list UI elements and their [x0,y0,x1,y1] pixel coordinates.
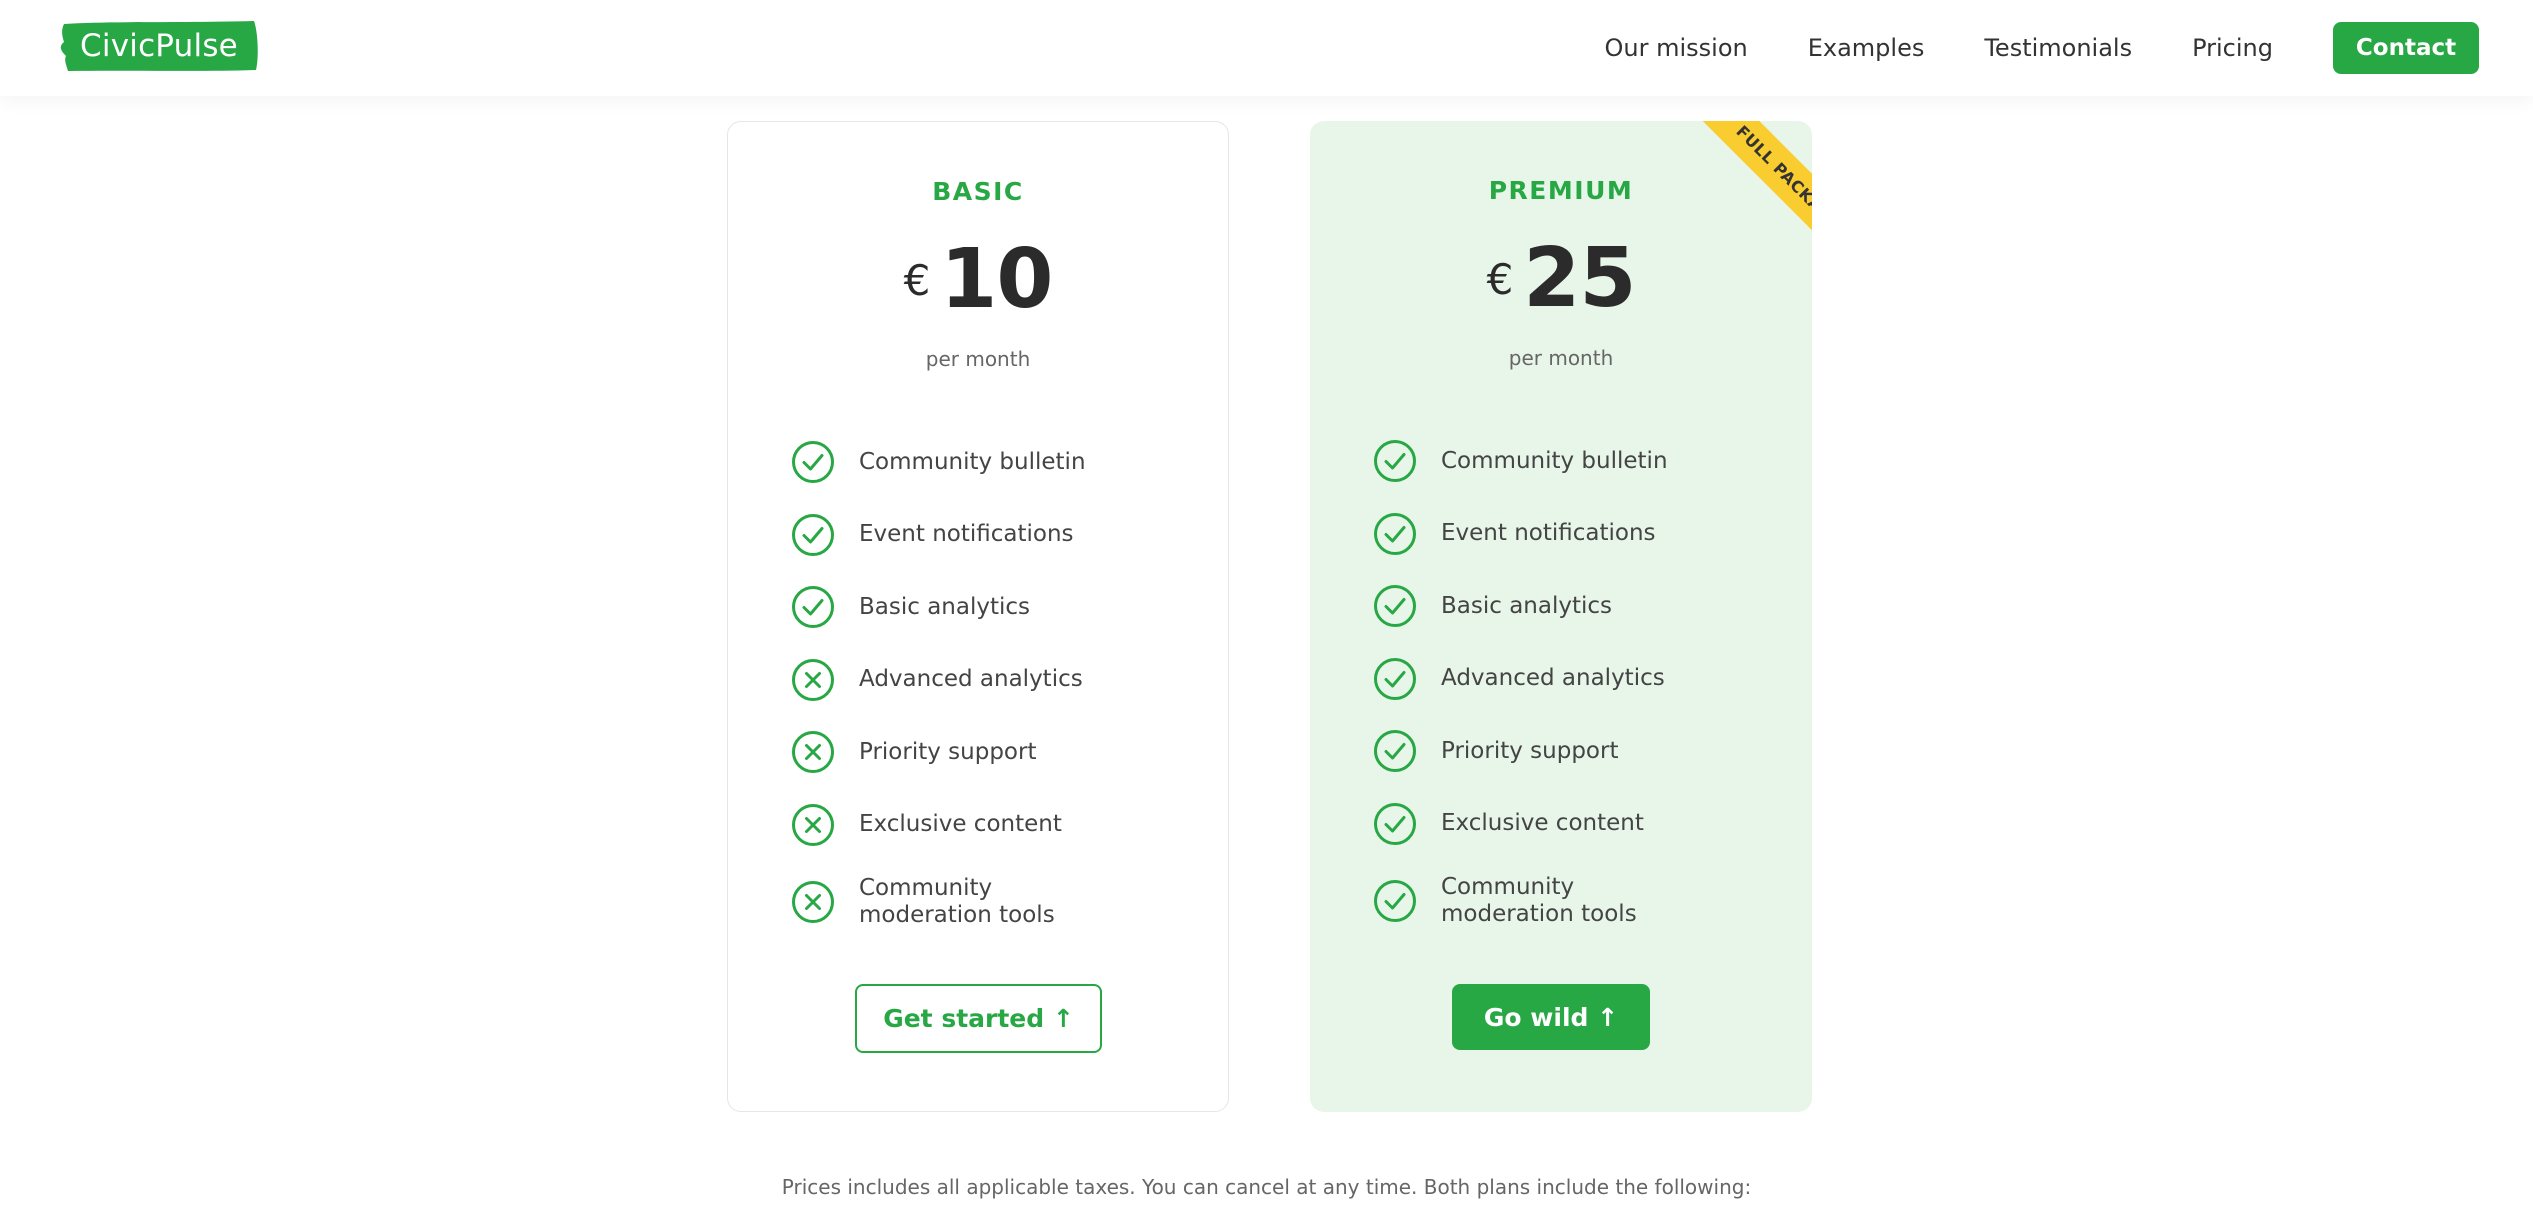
get-started-button[interactable]: Get started ↑ [855,984,1102,1053]
check-circle-icon [1373,439,1417,483]
feature-item: Basic analytics [1373,584,1713,628]
plan-price: € 10 [728,232,1228,327]
x-circle-icon [791,803,835,847]
check-circle-icon [791,585,835,629]
feature-item: Community moderation tools [791,875,1131,929]
plan-name: PREMIUM [1488,176,1634,205]
feature-label: Event notifications [1441,520,1656,546]
feature-item: Exclusive content [791,803,1131,847]
feature-item: Priority support [791,730,1131,774]
feature-label: Advanced analytics [859,666,1083,692]
price-amount: 25 [1523,231,1636,326]
nav-link-examples[interactable]: Examples [1808,34,1925,62]
logo-text: CivicPulse [80,28,238,64]
nav-link-pricing[interactable]: Pricing [2192,34,2273,62]
check-circle-icon [1373,657,1417,701]
feature-item: Community moderation tools [1373,874,1713,928]
check-circle-icon [1373,584,1417,628]
currency-symbol: € [903,256,931,305]
feature-label: Event notifications [859,521,1074,547]
check-circle-icon [1373,879,1417,923]
feature-label: Basic analytics [1441,592,1613,619]
nav-link-testimonials[interactable]: Testimonials [1984,34,2132,62]
x-circle-icon [791,658,835,702]
check-circle-icon [1373,512,1417,556]
feature-item: Advanced analytics [1373,657,1713,701]
price-amount: 10 [940,232,1053,327]
check-circle-icon [1373,729,1417,773]
billing-period: per month [925,347,1031,371]
go-wild-button[interactable]: Go wild ↑ [1452,984,1650,1050]
feature-label: Exclusive content [1441,810,1644,836]
pricing-card-premium: FULL PACKAGE PREMIUM € 25 per month Comm… [1310,121,1812,1112]
feature-label: Community moderation tools [1441,874,1637,927]
nav-link-our-mission[interactable]: Our mission [1605,34,1748,62]
check-circle-icon [1373,802,1417,846]
main-nav: Our mission Examples Testimonials Pricin… [1605,0,2479,96]
feature-item: Event notifications [791,513,1131,557]
x-circle-icon [791,880,835,924]
feature-label: Community moderation tools [859,875,1055,928]
plan-price: € 25 [1310,231,1812,326]
x-circle-icon [791,730,835,774]
feature-label: Community bulletin [1441,447,1668,474]
currency-symbol: € [1486,255,1514,304]
feature-item: Advanced analytics [791,658,1131,702]
check-circle-icon [791,513,835,557]
pricing-footnote: Prices includes all applicable taxes. Yo… [781,1175,1752,1199]
feature-item: Priority support [1373,729,1713,773]
check-circle-icon [791,440,835,484]
site-header: CivicPulse Our mission Examples Testimon… [0,0,2533,96]
feature-item: Basic analytics [791,585,1131,629]
contact-button[interactable]: Contact [2333,22,2479,74]
feature-label: Community bulletin [859,448,1086,475]
plan-name: BASIC [932,177,1024,206]
feature-label: Basic analytics [859,593,1031,620]
billing-period: per month [1508,346,1614,370]
feature-label: Advanced analytics [1441,665,1665,691]
feature-item: Community bulletin [791,440,1131,484]
feature-label: Exclusive content [859,811,1062,837]
logo[interactable]: CivicPulse [58,20,260,72]
pricing-card-basic: BASIC € 10 per month Community bulletin E… [727,121,1229,1112]
feature-label: Priority support [1441,737,1619,764]
feature-item: Community bulletin [1373,439,1713,483]
feature-item: Event notifications [1373,512,1713,556]
feature-item: Exclusive content [1373,802,1713,846]
feature-label: Priority support [859,738,1037,765]
